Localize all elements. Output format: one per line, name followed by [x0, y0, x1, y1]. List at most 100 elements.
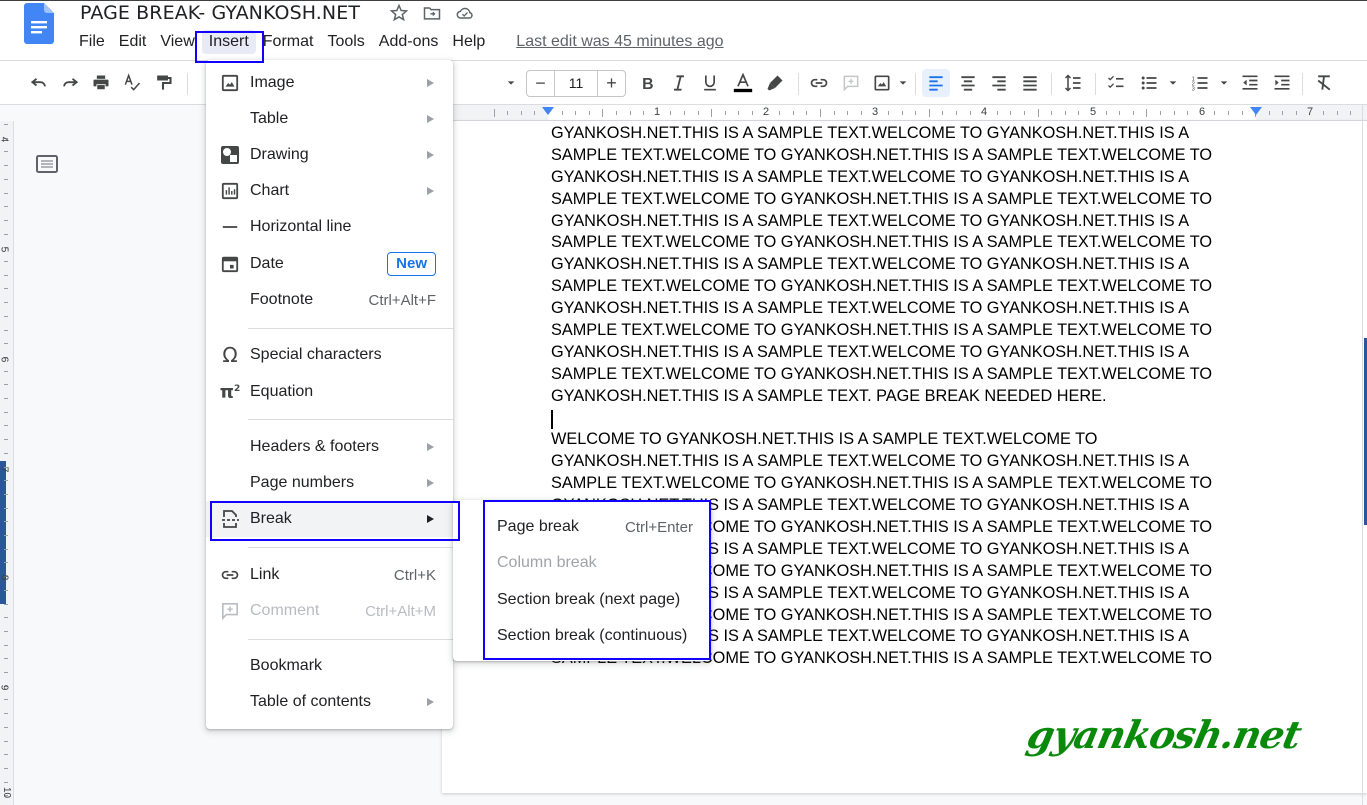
ruler-tick [888, 111, 889, 115]
break-submenu-annotation-box [483, 500, 711, 660]
vertical-ruler-tick [4, 754, 8, 756]
horizontal-ruler[interactable]: 1 2 3 4 5 6 7 [442, 105, 1367, 121]
decrease-indent-icon[interactable] [1238, 71, 1262, 95]
menu-item-drawing[interactable]: Drawing [206, 137, 453, 173]
document-line: SAMPLE TEXT.WELCOME TO GYANKOSH.NET.THIS… [551, 321, 1213, 340]
menu-item-table[interactable]: Table [206, 101, 453, 137]
menu-tools[interactable]: Tools [320, 30, 371, 54]
bold-icon[interactable]: B [636, 71, 660, 95]
bulleted-list-icon[interactable] [1137, 71, 1161, 95]
menu-item-footnote[interactable]: Footnote Ctrl+Alt+F [206, 282, 453, 318]
ruler-tick [738, 111, 740, 115]
numbered-list-icon[interactable]: 123 [1188, 71, 1212, 95]
last-edit-link[interactable]: Last edit was 45 minutes ago [509, 30, 730, 54]
redo-icon[interactable] [58, 71, 82, 95]
paint-format-icon[interactable] [151, 71, 175, 95]
menu-item-comment[interactable]: Comment Ctrl+Alt+M [206, 593, 453, 629]
ruler-tick [1132, 111, 1134, 115]
menu-file[interactable]: File [72, 30, 112, 54]
image-dropdown-arrow-icon[interactable] [891, 71, 915, 95]
ruler-tick [711, 109, 713, 117]
menu-item-horizontal-line[interactable]: Horizontal line [206, 209, 453, 245]
move-to-folder-icon[interactable] [422, 3, 442, 23]
spellcheck-icon[interactable] [120, 71, 144, 95]
vertical-ruler-tick [4, 767, 8, 769]
text-color-icon[interactable] [731, 71, 755, 95]
document-line: GYANKOSH.NET.THIS IS A SAMPLE TEXT.WELCO… [551, 255, 1190, 274]
star-icon[interactable] [389, 3, 409, 23]
menu-add-ons[interactable]: Add-ons [372, 30, 446, 54]
vertical-ruler-tick [4, 630, 8, 632]
ruler-tick [629, 111, 631, 115]
docs-logo-icon[interactable] [24, 3, 54, 44]
justify-icon[interactable] [1018, 71, 1042, 95]
print-icon[interactable] [89, 71, 113, 95]
document-title[interactable]: PAGE BREAK- GYANKOSH.NET [80, 0, 360, 26]
ruler-tick [1064, 111, 1066, 115]
vertical-ruler-tick [4, 781, 8, 783]
menu-item-chart[interactable]: Chart [206, 173, 453, 209]
vertical-ruler-tick [4, 521, 8, 523]
ruler-tick [670, 111, 672, 115]
increase-indent-icon[interactable] [1270, 71, 1294, 95]
ruler-tick [820, 109, 821, 117]
toolbar-divider [1302, 73, 1303, 95]
vertical-ruler[interactable]: 4 5 6 7 8 9 10 [0, 121, 14, 805]
decrease-font-size-button[interactable]: − [527, 73, 554, 94]
add-comment-icon[interactable] [839, 71, 863, 95]
ruler-tick [847, 111, 849, 115]
vertical-ruler-tick [4, 548, 8, 550]
align-center-icon[interactable] [956, 71, 980, 95]
menu-item-label: Special characters [250, 346, 382, 363]
ruler-tick [1187, 111, 1189, 115]
italic-icon[interactable] [667, 71, 691, 95]
undo-icon[interactable] [27, 71, 51, 95]
vertical-ruler-tick [4, 425, 8, 427]
checklist-icon[interactable] [1104, 71, 1128, 95]
bullet-dropdown-arrow-icon[interactable] [1161, 71, 1185, 95]
menu-edit[interactable]: Edit [112, 30, 154, 54]
left-indent-marker[interactable] [542, 107, 554, 115]
menu-help[interactable]: Help [445, 30, 492, 54]
align-right-icon[interactable] [987, 71, 1011, 95]
ruler-tick [928, 109, 930, 117]
line-spacing-icon[interactable] [1061, 71, 1085, 95]
font-size-stepper: − 11 + [526, 70, 626, 97]
clear-formatting-icon[interactable] [1312, 71, 1336, 95]
document-line: GYANKOSH.NET.THIS IS A SAMPLE TEXT.WELCO… [551, 299, 1190, 318]
link-icon[interactable] [807, 71, 831, 95]
vertical-ruler-tick [4, 439, 8, 441]
menu-item-bookmark[interactable]: Bookmark [206, 648, 453, 684]
menu-item-headers-footers[interactable]: Headers & footers [206, 429, 453, 465]
align-left-icon[interactable] [922, 69, 950, 97]
highlight-icon[interactable] [763, 71, 787, 95]
menu-item-table-of-contents[interactable]: Table of contents [206, 684, 453, 720]
menu-item-date[interactable]: Date New [206, 246, 453, 282]
menu-item-label: Table [250, 110, 289, 127]
document-outline-icon[interactable] [36, 155, 58, 173]
menu-item-equation[interactable]: π2 Equation [206, 374, 453, 410]
font-size-input[interactable]: 11 [554, 71, 598, 96]
menu-item-image[interactable]: Image [206, 65, 453, 101]
cloud-saved-icon[interactable] [455, 3, 475, 23]
right-indent-marker[interactable] [1250, 107, 1262, 115]
ruler-tick [1078, 111, 1080, 115]
vertical-ruler-number: 7 [0, 467, 9, 473]
ruler-tick [969, 111, 971, 115]
ruler-tick [534, 111, 536, 115]
vertical-ruler-tick [4, 315, 8, 317]
ruler-tick [588, 111, 590, 115]
menu-item-page-numbers[interactable]: Page numbers [206, 465, 453, 501]
submenu-arrow-icon [427, 479, 434, 487]
ruler-number: 3 [871, 106, 879, 118]
menu-item-special-characters[interactable]: Ω Special characters [206, 337, 453, 373]
numbered-dropdown-arrow-icon[interactable] [1212, 71, 1236, 95]
increase-font-size-button[interactable]: + [598, 73, 625, 94]
document-line: GYANKOSH.NET.THIS IS A SAMPLE TEXT.WELCO… [551, 211, 1190, 230]
vertical-ruler-tick [4, 726, 8, 728]
menu-item-link[interactable]: Link Ctrl+K [206, 557, 453, 593]
vertical-ruler-number: 4 [0, 137, 9, 143]
underline-icon[interactable] [698, 71, 722, 95]
menu-format[interactable]: Format [256, 30, 321, 54]
font-dropdown-arrow-icon[interactable] [499, 71, 523, 95]
